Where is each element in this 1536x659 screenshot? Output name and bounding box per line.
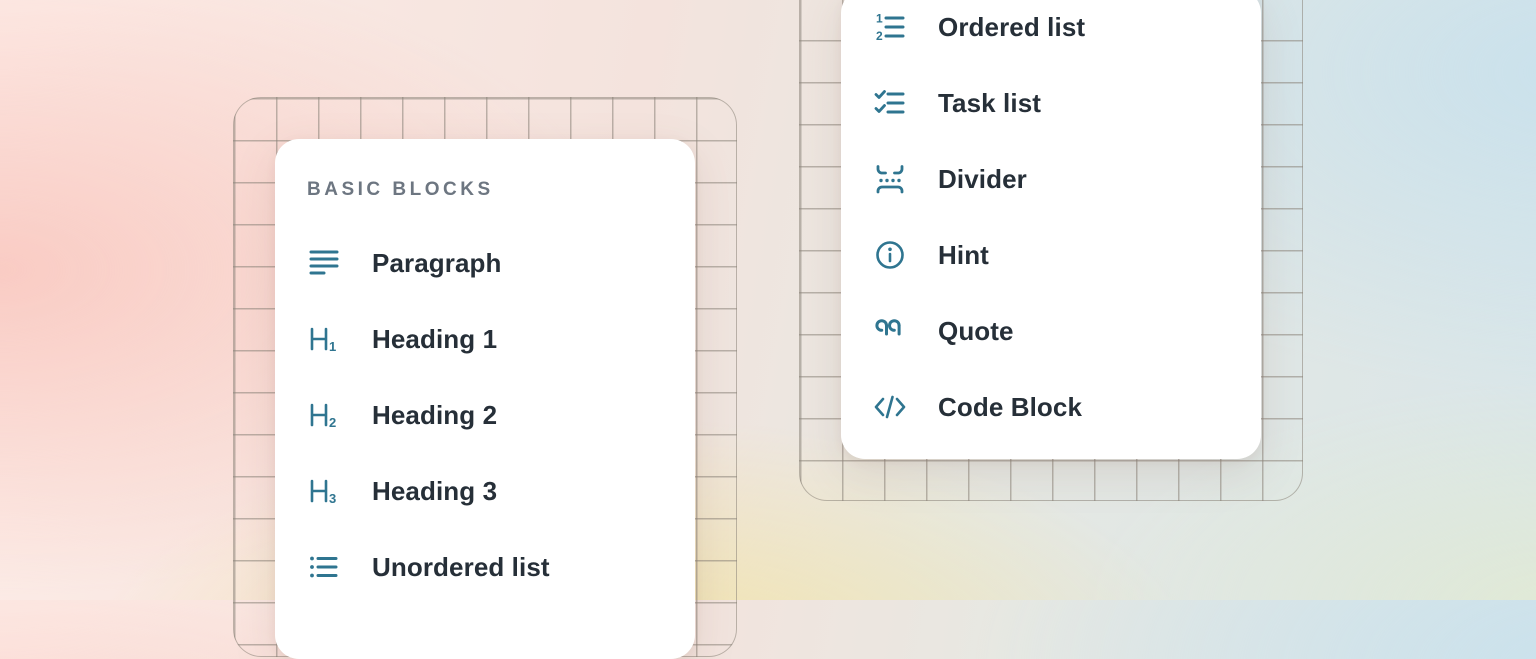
menu-item-label: Heading 1 xyxy=(372,324,497,355)
svg-text:2: 2 xyxy=(876,29,883,43)
menu-item-divider[interactable]: Divider xyxy=(841,141,1261,217)
menu-item-paragraph[interactable]: Paragraph xyxy=(275,225,695,301)
menu-item-label: Paragraph xyxy=(372,248,502,279)
menu-item-label: Task list xyxy=(938,88,1041,119)
menu-item-label: Hint xyxy=(938,240,989,271)
menu-item-label: Code Block xyxy=(938,392,1082,423)
menu-item-heading-1[interactable]: 1 Heading 1 xyxy=(275,301,695,377)
menu-item-unordered-list[interactable]: Unordered list xyxy=(275,529,695,605)
svg-text:1: 1 xyxy=(876,12,883,26)
menu-item-code-block[interactable]: Code Block xyxy=(841,369,1261,445)
heading-3-icon: 3 xyxy=(306,473,342,509)
svg-text:3: 3 xyxy=(329,491,336,506)
task-list-icon xyxy=(872,85,908,121)
svg-text:1: 1 xyxy=(329,339,336,354)
menu-item-hint[interactable]: Hint xyxy=(841,217,1261,293)
heading-1-icon: 1 xyxy=(306,321,342,357)
menu-item-label: Heading 2 xyxy=(372,400,497,431)
menu-item-heading-3[interactable]: 3 Heading 3 xyxy=(275,453,695,529)
blocks-menu-card-continued: 12 Ordered list Task list Divider Hint Q… xyxy=(841,0,1261,459)
quote-icon xyxy=(872,313,908,349)
code-block-icon xyxy=(872,389,908,425)
menu-item-label: Quote xyxy=(938,316,1014,347)
basic-blocks-menu-card: BASIC BLOCKS Paragraph 1 Heading 1 2 Hea… xyxy=(275,139,695,659)
ordered-list-icon: 12 xyxy=(872,9,908,45)
menu-item-heading-2[interactable]: 2 Heading 2 xyxy=(275,377,695,453)
section-title-basic-blocks: BASIC BLOCKS xyxy=(307,177,695,203)
hint-icon xyxy=(872,237,908,273)
menu-item-label: Unordered list xyxy=(372,552,550,583)
menu-item-label: Heading 3 xyxy=(372,476,497,507)
menu-item-ordered-list[interactable]: 12 Ordered list xyxy=(841,0,1261,65)
unordered-list-icon xyxy=(306,549,342,585)
menu-item-task-list[interactable]: Task list xyxy=(841,65,1261,141)
menu-item-label: Divider xyxy=(938,164,1027,195)
menu-item-quote[interactable]: Quote xyxy=(841,293,1261,369)
heading-2-icon: 2 xyxy=(306,397,342,433)
svg-text:2: 2 xyxy=(329,415,336,430)
menu-item-label: Ordered list xyxy=(938,12,1085,43)
paragraph-icon xyxy=(306,245,342,281)
divider-icon xyxy=(872,161,908,197)
